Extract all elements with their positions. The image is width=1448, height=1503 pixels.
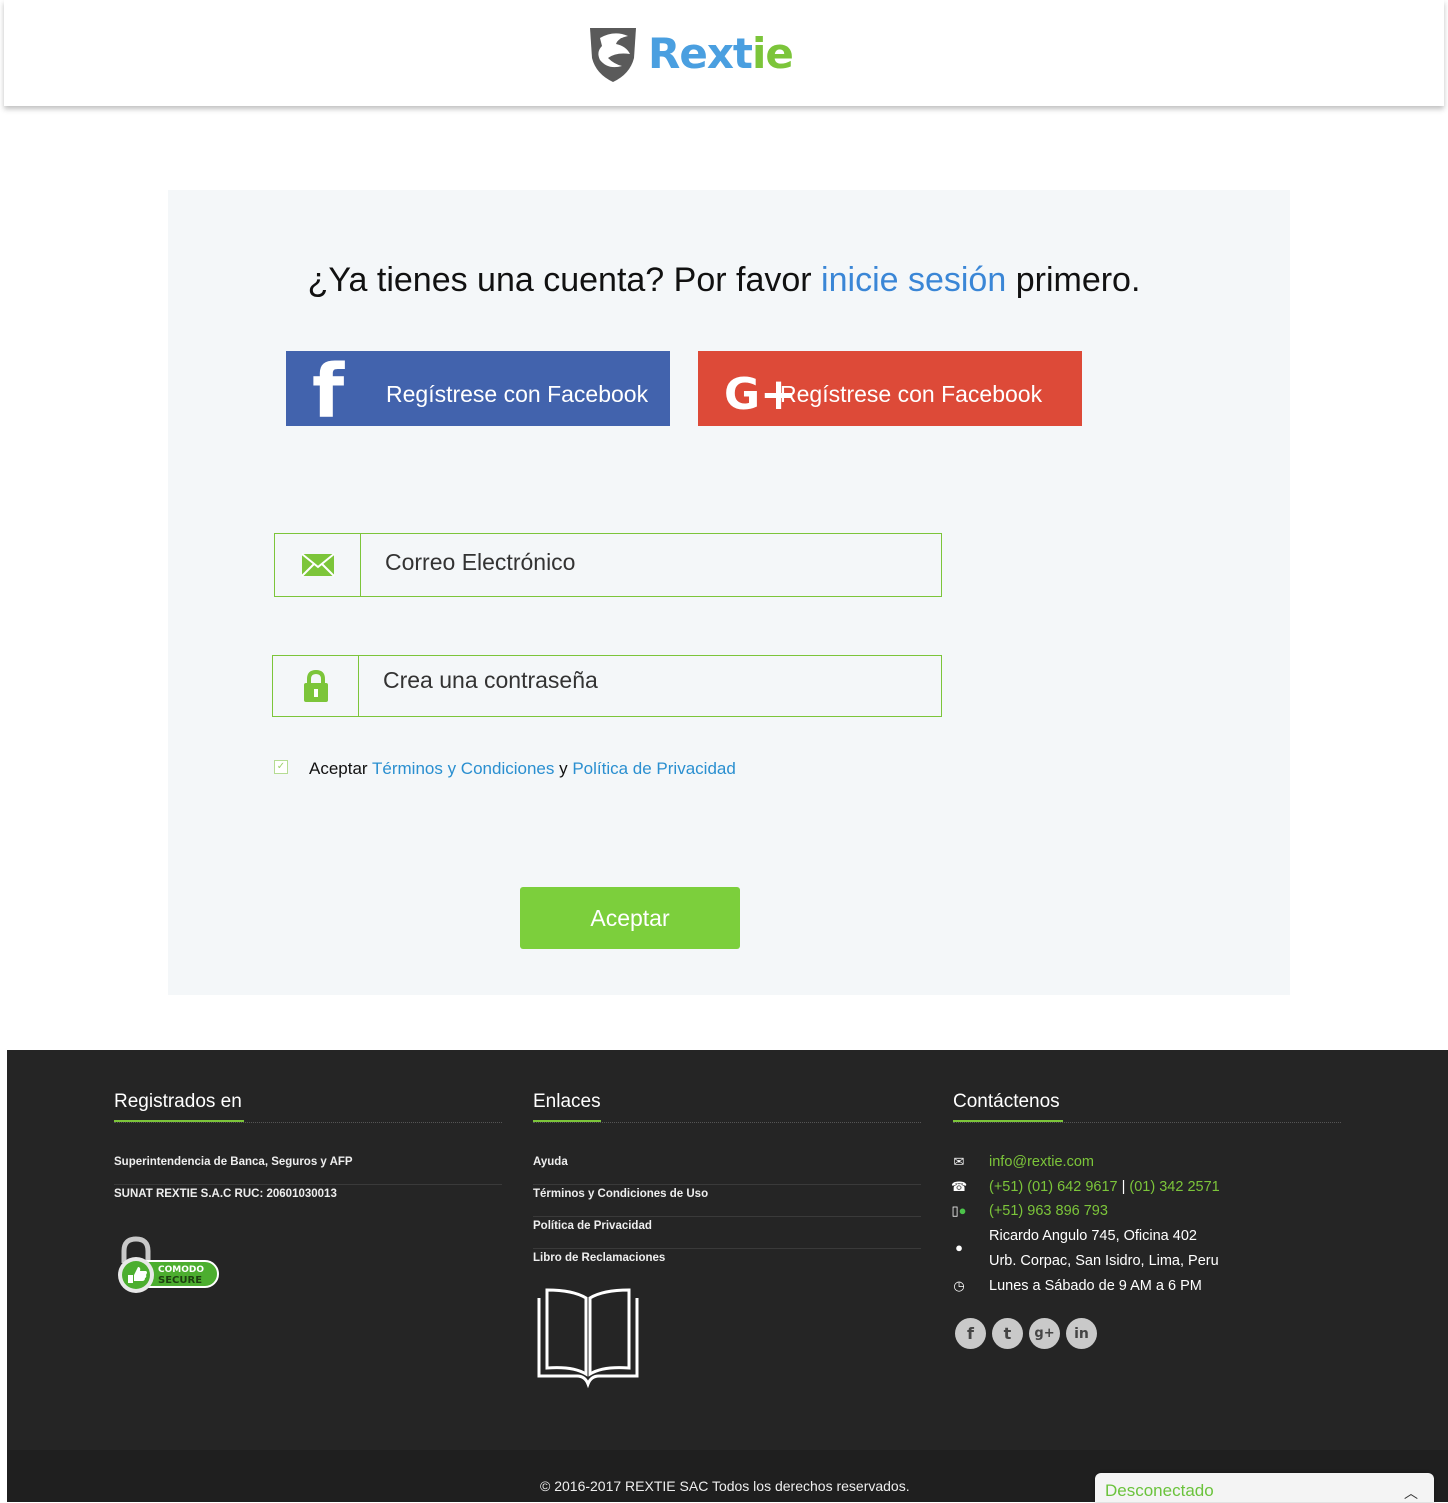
envelope-icon	[275, 534, 361, 596]
google-plus-icon[interactable]: g+	[1029, 1318, 1060, 1349]
envelope-icon: ✉	[953, 1154, 965, 1169]
complaints-book-icon[interactable]	[533, 1284, 643, 1397]
footer-col-registered: Registrados en Superintendencia de Banca…	[114, 1090, 502, 1217]
accept-button[interactable]: Aceptar	[520, 887, 740, 949]
footer-contact-title: Contáctenos	[953, 1091, 1060, 1112]
terms-checkbox[interactable]: ✓	[274, 760, 288, 774]
footer-col-links: Enlaces Ayuda Términos y Condiciones de …	[533, 1090, 921, 1281]
footer-link-privacy[interactable]: Política de Privacidad	[533, 1217, 921, 1249]
privacy-link[interactable]: Política de Privacidad	[572, 759, 735, 778]
mobile-whatsapp-icon: ▯●	[951, 1203, 967, 1218]
padlock-icon	[273, 656, 359, 716]
login-prompt: ¿Ya tienes una cuenta? Por favor inicie …	[307, 261, 1141, 299]
twitter-icon[interactable]: t	[992, 1318, 1023, 1349]
footer-rule	[114, 1119, 502, 1123]
footer-link-help[interactable]: Ayuda	[533, 1153, 921, 1185]
facebook-icon[interactable]: f	[955, 1318, 986, 1349]
facebook-signup-button[interactable]: f Regístrese con Facebook	[286, 351, 670, 430]
comodo-secure-badge[interactable]: COMODO SECURE	[114, 1235, 226, 1300]
registered-item: Superintendencia de Banca, Seguros y AFP	[114, 1153, 502, 1185]
footer-rule	[533, 1119, 921, 1123]
terms-text: Aceptar Términos y Condiciones y Polític…	[309, 759, 736, 778]
clock-icon: ◷	[953, 1278, 965, 1293]
password-field	[272, 655, 942, 717]
email-input[interactable]	[385, 544, 885, 580]
site-header: Rextie	[4, 0, 1444, 106]
footer-registered-title: Registrados en	[114, 1091, 242, 1112]
map-pin-icon: ●	[955, 1240, 963, 1255]
terms-link[interactable]: Términos y Condiciones	[372, 759, 554, 778]
footer-col-contact: Contáctenos	[953, 1090, 1341, 1123]
contact-mobile[interactable]: (+51) 963 896 793	[989, 1201, 1108, 1221]
comodo-badge-top: COMODO	[158, 1265, 204, 1275]
contact-phone-1[interactable]: (+51) (01) 642 9617	[989, 1179, 1118, 1195]
contact-phone-2[interactable]: (01) 342 2571	[1129, 1179, 1219, 1195]
site-footer: Registrados en Superintendencia de Banca…	[7, 1050, 1448, 1502]
google-signup-button[interactable]: G+ Regístrese con Facebook	[698, 351, 1082, 426]
copyright-notice: © 2016-2017 REXTIE SAC Todos los derecho…	[540, 1478, 910, 1494]
phone-icon: ☎	[951, 1179, 968, 1194]
social-links: f t g+ in	[955, 1318, 1103, 1349]
contact-address-2: Urb. Corpac, San Isidro, Lima, Peru	[989, 1253, 1219, 1269]
linkedin-icon[interactable]: in	[1066, 1318, 1097, 1349]
chat-widget-tab[interactable]: Desconectado ︿	[1095, 1473, 1434, 1502]
chevron-up-icon: ︿	[1404, 1485, 1418, 1501]
shield-logo-icon	[590, 28, 636, 82]
footer-links-title: Enlaces	[533, 1091, 601, 1112]
login-link[interactable]: inicie sesión	[821, 261, 1006, 299]
footer-rule	[953, 1119, 1341, 1123]
footer-link-complaints[interactable]: Libro de Reclamaciones	[533, 1249, 921, 1281]
logo-wordmark: Rextie	[648, 29, 794, 78]
rextie-logo[interactable]: Rextie	[586, 24, 794, 84]
contact-hours: Lunes a Sábado de 9 AM a 6 PM	[989, 1278, 1202, 1294]
comodo-badge-bottom: SECURE	[158, 1275, 202, 1286]
contact-email[interactable]: info@rextie.com	[989, 1152, 1094, 1172]
footer-link-terms[interactable]: Términos y Condiciones de Uso	[533, 1185, 921, 1217]
email-field	[274, 533, 942, 597]
registered-item: SUNAT REXTIE S.A.C RUC: 20601030013	[114, 1188, 337, 1200]
facebook-signup-label: Regístrese con Facebook	[386, 381, 649, 407]
facebook-icon: f	[312, 349, 345, 435]
password-input[interactable]	[383, 662, 883, 698]
chat-status: Desconectado	[1105, 1481, 1214, 1500]
google-signup-label: Regístrese con Facebook	[780, 381, 1043, 407]
contact-address-1: Ricardo Angulo 745, Oficina 402	[989, 1228, 1197, 1244]
copyright-icon: ©	[540, 1478, 551, 1494]
